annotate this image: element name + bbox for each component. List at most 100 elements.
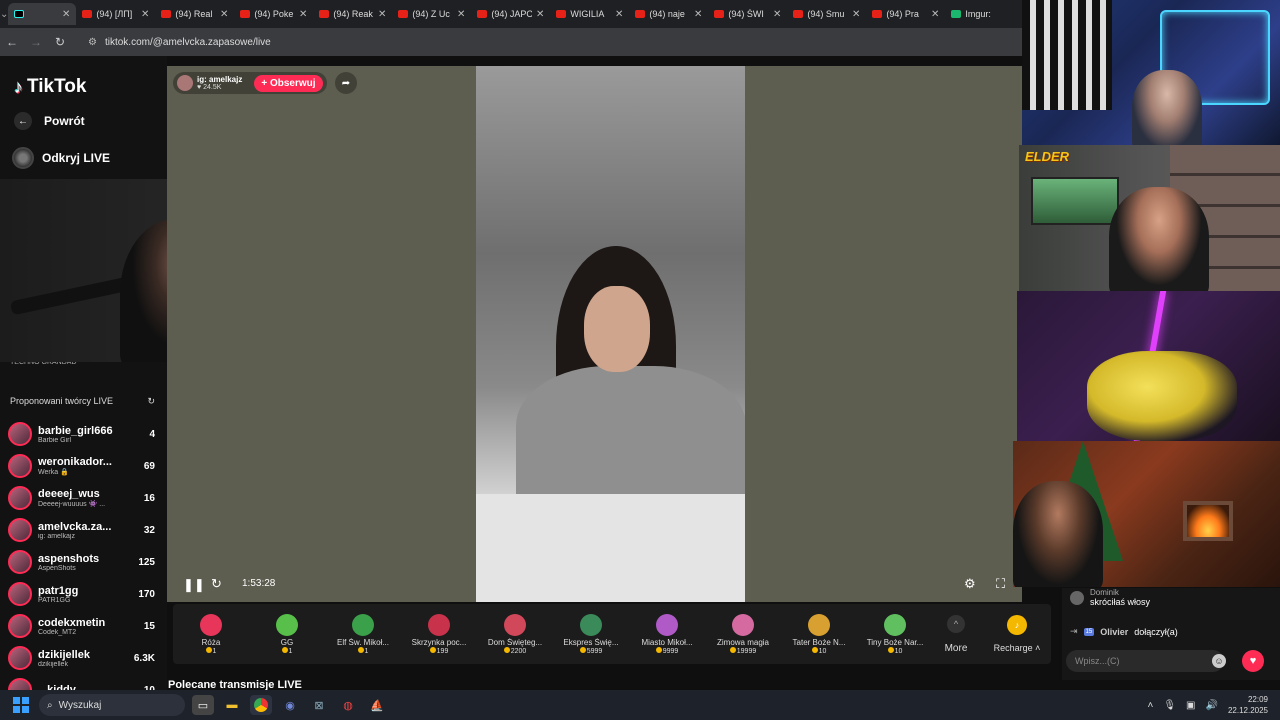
close-tab-icon[interactable]: ✕ <box>457 9 465 20</box>
gift-item[interactable]: Ekspres Świę... 5999 <box>553 613 629 655</box>
back-arrow-icon[interactable]: ← <box>0 35 24 49</box>
youtube-icon <box>793 10 804 18</box>
chrome-icon[interactable] <box>250 695 272 715</box>
coin-icon <box>887 646 894 653</box>
task-view-icon[interactable]: ▭ <box>192 695 214 715</box>
close-tab-icon[interactable]: ✕ <box>931 9 939 20</box>
close-tab-icon[interactable]: ✕ <box>852 9 860 20</box>
creator-info: codekxmetin Codek_MT2 <box>38 617 123 636</box>
creator-row[interactable]: aspenshots AspenShots 125 <box>8 546 155 578</box>
refresh-stream-icon[interactable]: ↻ <box>211 576 222 592</box>
more-gifts-button[interactable]: ^ More <box>933 614 979 654</box>
close-tab-icon[interactable]: ✕ <box>141 9 149 20</box>
tab-search-icon[interactable]: ⌄ <box>0 0 8 28</box>
streamer-figure-2 <box>1109 187 1209 291</box>
settings-gear-icon[interactable]: ⚙ <box>964 576 976 592</box>
coin-icon: ♪ <box>1007 615 1027 635</box>
gift-item[interactable]: Miasto Mikoł... 9999 <box>629 613 705 655</box>
browser-tab[interactable]: (94) JAPO ✕ <box>471 3 550 25</box>
video-table <box>476 494 745 602</box>
close-tab-icon[interactable]: ✕ <box>536 9 544 20</box>
host-avatar[interactable] <box>177 75 193 91</box>
gift-price: 1 <box>288 647 293 655</box>
creator-row[interactable]: codekxmetin Codek_MT2 15 <box>8 610 155 642</box>
gift-item[interactable]: GG 1 <box>249 613 325 655</box>
coin-icon <box>281 646 288 653</box>
taskbar-search[interactable]: ⌕ Wyszukaj <box>39 694 185 716</box>
creator-row[interactable]: barbie_girl666 Barbie Girl 4 <box>8 418 155 450</box>
gift-price: 5999 <box>586 647 603 655</box>
follow-button[interactable]: + Obserwuj <box>254 74 323 92</box>
live-player[interactable]: ig: amelkajz ♥ 24.5K + Obserwuj ➦ ❚❚ ↻ 1… <box>167 66 1022 602</box>
gift-item[interactable]: Róża 1 <box>173 613 249 655</box>
site-info-icon[interactable]: ⚙ <box>88 37 97 48</box>
browser-tab[interactable]: ✕ <box>8 3 77 25</box>
chevron-up-icon[interactable]: ˄ <box>1148 700 1154 711</box>
heart-like-button[interactable]: ♥ <box>1242 650 1264 672</box>
network-icon[interactable]: ▣ <box>1186 700 1195 711</box>
forward-arrow-icon[interactable]: → <box>24 35 48 49</box>
creator-row[interactable]: amelvcka.za... ig: amelkajz 32 <box>8 514 155 546</box>
browser-tab[interactable]: (94) Z Uc ✕ <box>392 3 471 25</box>
app-window-icon[interactable]: ⊠ <box>308 695 330 715</box>
browser-tab[interactable]: (94) Real ✕ <box>155 3 234 25</box>
reload-icon[interactable]: ↻ <box>48 35 72 49</box>
close-tab-icon[interactable]: ✕ <box>615 9 623 20</box>
live-video[interactable] <box>476 66 745 602</box>
browser-tab[interactable]: (94) naje ✕ <box>629 3 708 25</box>
host-info[interactable]: ig: amelkajz ♥ 24.5K + Obserwuj <box>173 72 327 94</box>
creator-name: weronikador... <box>38 456 112 468</box>
url-field[interactable]: ⚙ tiktok.com/@amelvcka.zapasowe/live <box>88 37 271 48</box>
file-explorer-icon[interactable]: ▬ <box>221 695 243 715</box>
gift-item[interactable]: Skrzynka poc... 199 <box>401 613 477 655</box>
back-button[interactable]: ← Powrót <box>14 112 85 130</box>
browser-tab[interactable]: (94) Smu ✕ <box>787 3 866 25</box>
close-tab-icon[interactable]: ✕ <box>299 9 307 20</box>
close-tab-icon[interactable]: ✕ <box>220 9 228 20</box>
close-tab-icon[interactable]: ✕ <box>378 9 386 20</box>
creator-row[interactable]: dzikijellek dzikijellek 6.3K <box>8 642 155 674</box>
tab-title: (94) Pra <box>886 9 919 19</box>
browser-tab[interactable]: (94) Pra ✕ <box>866 3 945 25</box>
browser-tab[interactable]: Imgur: <box>945 3 1024 25</box>
gift-item[interactable]: Elf Św. Mikoł... 1 <box>325 613 401 655</box>
windows-start-icon[interactable] <box>13 697 29 713</box>
chat-input[interactable]: Wpisz...(C) <box>1066 650 1224 672</box>
close-tab-icon[interactable]: ✕ <box>62 9 70 20</box>
creator-name: deeeej_wus <box>38 488 100 500</box>
clock[interactable]: 22:09 22.12.2025 <box>1228 694 1268 716</box>
browser-tab[interactable]: (94) Reak ✕ <box>313 3 392 25</box>
pause-icon[interactable]: ❚❚ <box>183 577 205 593</box>
creator-info: dzikijellek dzikijellek <box>38 649 123 668</box>
browser-tab[interactable]: (94) ŚWI ✕ <box>708 3 787 25</box>
tiktok-logo[interactable]: ♪ TikTok <box>14 76 86 98</box>
windows-taskbar: ⌕ Wyszukaj ▭ ▬ ◉ ⊠ ◍ ⛵ ˄ 🎙 ▣ 🔊 22:09 22.… <box>0 690 1280 720</box>
share-icon[interactable]: ➦ <box>335 72 357 94</box>
browser-tab[interactable]: (94) [ЛП] ✕ <box>76 3 155 25</box>
gift-icon <box>656 613 678 636</box>
close-tab-icon[interactable]: ✕ <box>694 9 702 20</box>
viewer-count: 125 <box>138 556 155 568</box>
gift-item[interactable]: Dom Święteg... 2200 <box>477 613 553 655</box>
steam-icon[interactable]: ⛵ <box>366 695 388 715</box>
browser-tab[interactable]: WIGILIA ✕ <box>550 3 629 25</box>
gift-item[interactable]: Tater Boże N... 10 <box>781 613 857 655</box>
discover-live-button[interactable]: Odkryj LIVE <box>12 147 110 169</box>
microphone-icon[interactable]: 🎙 <box>1163 700 1176 711</box>
discord-icon[interactable]: ◉ <box>279 695 301 715</box>
gift-price-row: 1 <box>249 646 325 655</box>
creator-row[interactable]: patr1gg PATR1GG 170 <box>8 578 155 610</box>
creator-row[interactable]: weronikador... Werka 🔒 69 <box>8 450 155 482</box>
gift-item[interactable]: Zimowa magia 19999 <box>705 613 781 655</box>
viewer-count: 32 <box>143 524 155 536</box>
refresh-icon[interactable]: ↻ <box>147 396 155 407</box>
fullscreen-icon[interactable]: ⛶ <box>996 576 1005 592</box>
browser-tab[interactable]: (94) Poke ✕ <box>234 3 313 25</box>
emoji-icon[interactable]: ☺ <box>1212 654 1226 668</box>
volume-icon[interactable]: 🔊 <box>1206 700 1218 711</box>
close-tab-icon[interactable]: ✕ <box>773 9 781 20</box>
creator-row[interactable]: deeeej_wus Deeeej-wuuuus 👾 ... 16 <box>8 482 155 514</box>
recharge-button[interactable]: ♪ Recharge ˄ <box>989 615 1045 653</box>
obs-icon[interactable]: ◍ <box>337 695 359 715</box>
gift-item[interactable]: Tiny Boże Nar... 10 <box>857 613 933 655</box>
